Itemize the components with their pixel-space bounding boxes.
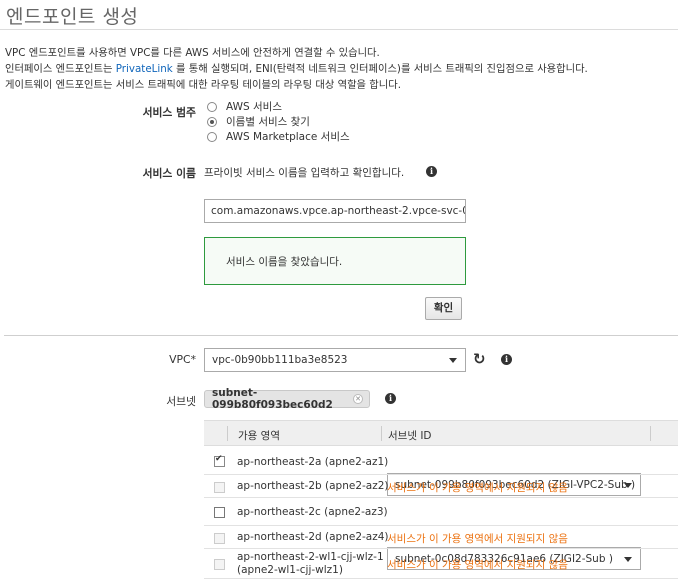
az-cell: ap-northeast-2-wl1-cjj-wlz-1 bbox=[237, 551, 384, 563]
description-text: 인터페이스 엔드포인트는 bbox=[5, 63, 116, 75]
az-cell-secondary: (apne2-wl1-cjj-wlz1) bbox=[237, 564, 343, 576]
description-line-1: VPC 엔드포인트를 사용하면 VPC를 다른 AWS 서비스에 안전하게 연결… bbox=[5, 47, 380, 59]
selected-subnet-tag: subnet-099b80f093bec60d2 ✕ bbox=[204, 387, 370, 411]
section-divider bbox=[4, 335, 678, 336]
az-cell: ap-northeast-2c (apne2-az3) bbox=[237, 506, 388, 518]
column-header-subnet-id: 서브넷 ID bbox=[388, 430, 432, 442]
page-title: 엔드포인트 생성 bbox=[6, 6, 139, 28]
row-checkbox bbox=[214, 559, 225, 570]
unsupported-message: 서비스가 이 가용 영역에서 지원되지 않음 bbox=[387, 482, 568, 494]
az-cell: ap-northeast-2b (apne2-az2) bbox=[237, 480, 389, 492]
row-divider bbox=[204, 474, 678, 475]
chevron-down-icon bbox=[624, 556, 632, 562]
description-text-cont: 를 통해 실행되며, ENI(탄력적 네트워크 인터페이스)를 서비스 트래픽의… bbox=[172, 63, 588, 75]
row-checkbox[interactable] bbox=[214, 454, 225, 467]
az-cell: ap-northeast-2d (apne2-az4) bbox=[237, 531, 389, 543]
chevron-down-icon bbox=[624, 482, 632, 488]
vpc-select-value: vpc-0b90bb111ba3e8523 bbox=[212, 354, 348, 366]
info-icon[interactable]: i bbox=[385, 393, 396, 404]
service-category-label: 서비스 범주 bbox=[142, 106, 196, 119]
radio-label: AWS Marketplace 서비스 bbox=[226, 131, 350, 143]
description-line-3: 게이트웨이 엔드포인트는 서비스 트래픽에 대한 라우팅 테이블의 라우팅 대상… bbox=[5, 79, 401, 91]
radio-aws-marketplace[interactable]: AWS Marketplace 서비스 bbox=[207, 129, 350, 144]
row-checkbox[interactable] bbox=[214, 507, 225, 518]
unsupported-message: 서비스가 이 가용 영역에서 지원되지 않음 bbox=[387, 559, 568, 571]
radio-label: 이름별 서비스 찾기 bbox=[226, 116, 310, 128]
row-divider bbox=[204, 525, 678, 526]
radio-find-by-name[interactable]: 이름별 서비스 찾기 bbox=[207, 114, 310, 129]
vpc-select[interactable]: vpc-0b90bb111ba3e8523 bbox=[204, 348, 466, 372]
radio-label: AWS 서비스 bbox=[226, 101, 282, 113]
verify-button[interactable]: 확인 bbox=[425, 297, 462, 320]
privatelink-link[interactable]: PrivateLink bbox=[116, 63, 173, 75]
service-name-input[interactable]: com.amazonaws.vpce.ap-northeast-2.vpce-s… bbox=[204, 199, 466, 223]
chevron-down-icon bbox=[449, 358, 457, 363]
radio-aws-service[interactable]: AWS 서비스 bbox=[207, 99, 282, 114]
service-name-label: 서비스 이름 bbox=[142, 167, 196, 180]
description-line-2: 인터페이스 엔드포인트는 PrivateLink 를 통해 실행되며, ENI(… bbox=[5, 60, 588, 75]
radio-icon[interactable] bbox=[207, 131, 217, 142]
row-divider bbox=[204, 548, 678, 549]
column-separator bbox=[650, 426, 651, 441]
unsupported-message: 서비스가 이 가용 영역에서 지원되지 않음 bbox=[387, 533, 568, 545]
column-separator bbox=[227, 426, 228, 441]
radio-icon[interactable] bbox=[207, 116, 217, 127]
close-icon[interactable]: ✕ bbox=[353, 394, 363, 404]
info-icon[interactable]: i bbox=[501, 354, 512, 365]
column-header-az: 가용 영역 bbox=[238, 430, 280, 442]
az-cell: ap-northeast-2a (apne2-az1) bbox=[237, 456, 389, 468]
radio-icon[interactable] bbox=[207, 101, 217, 112]
title-divider bbox=[0, 29, 678, 30]
tag-label: subnet-099b80f093bec60d2 bbox=[212, 387, 333, 411]
column-separator bbox=[381, 426, 382, 441]
row-divider bbox=[204, 497, 678, 498]
subnet-table-header: 가용 영역 서브넷 ID bbox=[204, 420, 678, 446]
row-divider bbox=[204, 578, 678, 579]
row-checkbox bbox=[214, 533, 225, 544]
row-checkbox bbox=[214, 482, 225, 493]
subnet-label: 서브넷 bbox=[166, 395, 196, 408]
service-name-hint: 프라이빗 서비스 이름을 입력하고 확인합니다. bbox=[204, 167, 405, 179]
info-icon[interactable]: i bbox=[426, 166, 437, 177]
vpc-label: VPC* bbox=[169, 353, 196, 366]
service-found-alert: 서비스 이름을 찾았습니다. bbox=[204, 237, 466, 285]
success-message: 서비스 이름을 찾았습니다. bbox=[226, 255, 343, 268]
refresh-icon[interactable]: ↻ bbox=[473, 352, 486, 367]
